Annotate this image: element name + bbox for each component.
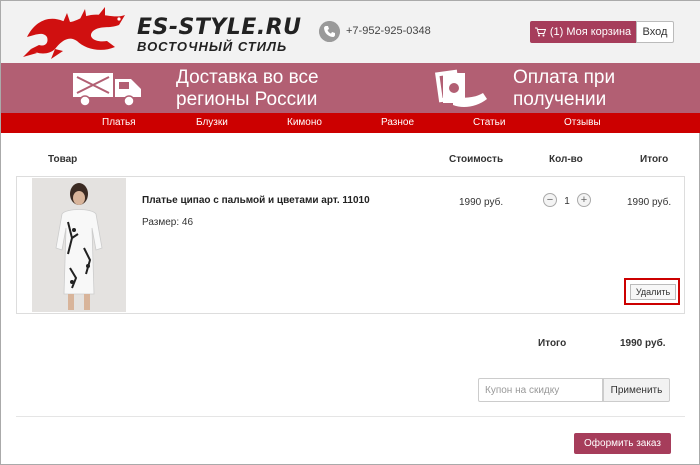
- payment-promo-text: Оплата при получении: [513, 67, 615, 111]
- cart-icon: [534, 27, 546, 37]
- phone-number: +7-952-925-0348: [346, 25, 431, 37]
- main-nav: Платья Блузки Кимоно Разное Статьи Отзыв…: [1, 113, 700, 133]
- item-total: 1990 руб.: [627, 197, 672, 208]
- dragon-logo-icon[interactable]: [21, 7, 133, 59]
- divider: [16, 416, 685, 417]
- column-header-total: Итого: [640, 154, 669, 165]
- qty-increase-button[interactable]: +: [577, 193, 591, 207]
- delivery-line-1: Доставка во все: [176, 67, 319, 88]
- nav-item-reviews[interactable]: Отзывы: [564, 117, 601, 128]
- column-header-price: Стоимость: [449, 154, 504, 165]
- delivery-truck-icon: [73, 73, 141, 107]
- nav-item-kimono[interactable]: Кимоно: [287, 117, 322, 128]
- cart-button[interactable]: (1) Моя корзина: [530, 21, 636, 43]
- coupon-input[interactable]: [478, 378, 603, 402]
- column-header-qty: Кол-во: [549, 154, 583, 165]
- summary-total-value: 1990 руб.: [620, 338, 666, 349]
- apply-coupon-button[interactable]: Применить: [603, 378, 670, 402]
- item-price: 1990 руб.: [459, 197, 504, 208]
- product-name[interactable]: Платье ципао с пальмой и цветами арт. 11…: [142, 195, 370, 206]
- nav-item-articles[interactable]: Статьи: [473, 117, 505, 128]
- phone-icon: [319, 21, 340, 42]
- payment-line-2: получении: [513, 89, 607, 110]
- nav-item-misc[interactable]: Разное: [381, 117, 414, 128]
- nav-item-dresses[interactable]: Платья: [102, 117, 136, 128]
- delivery-promo-text: Доставка во все регионы России: [176, 67, 319, 111]
- cart-label: (1) Моя корзина: [549, 26, 632, 38]
- money-hand-icon: [435, 69, 487, 107]
- summary-total-label: Итого: [538, 338, 567, 349]
- header: ES-STYLE.RU ВОСТОЧНЫЙ СТИЛЬ +7-952-925-0…: [1, 1, 700, 63]
- qty-decrease-button[interactable]: −: [543, 193, 557, 207]
- product-photo[interactable]: [32, 178, 126, 312]
- nav-item-blouses[interactable]: Блузки: [196, 117, 228, 128]
- logo-title[interactable]: ES-STYLE.RU: [137, 15, 302, 40]
- promo-banner: Доставка во все регионы России Оплата пр…: [1, 63, 700, 113]
- payment-line-1: Оплата при: [513, 67, 616, 88]
- login-button[interactable]: Вход: [636, 21, 674, 43]
- place-order-button[interactable]: Оформить заказ: [574, 433, 671, 454]
- column-header-product: Товар: [48, 154, 78, 165]
- logo-subtitle: ВОСТОЧНЫЙ СТИЛЬ: [137, 39, 288, 54]
- qty-value: 1: [564, 196, 570, 207]
- delete-button[interactable]: Удалить: [630, 284, 676, 300]
- delivery-line-2: регионы России: [176, 89, 318, 110]
- product-size: Размер: 46: [142, 217, 194, 228]
